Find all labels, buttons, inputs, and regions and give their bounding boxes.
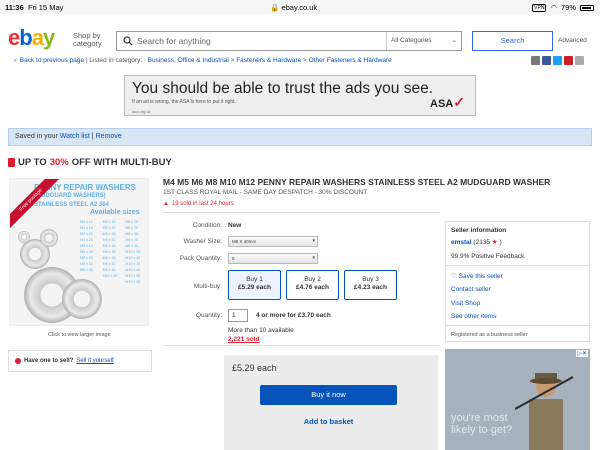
multibuy-heading: UP TO 30% OFF WITH MULTI-BUY <box>8 157 172 168</box>
multibuy-option-3[interactable]: Buy 3 £4.23 each <box>344 270 397 300</box>
fire-icon: ▲ <box>163 201 169 207</box>
heart-icon: ♡ <box>451 273 457 280</box>
pack-quantity-select[interactable]: 5 ▾ <box>228 253 318 264</box>
search-input[interactable]: Search for anything All Categories ⌄ <box>116 31 462 51</box>
sell-box: Have one to sell? Sell it yourself <box>8 350 152 372</box>
multibuy-option-1[interactable]: Buy 1 £5.29 each <box>228 270 281 300</box>
condition-label: Condition: <box>192 222 222 229</box>
ebay-logo[interactable]: ebay <box>8 27 55 49</box>
multibuy-option-2[interactable]: Buy 2 £4.76 each <box>286 270 339 300</box>
sizes-grid: M4 x 12 M5 x 15 M6 x 20 M4 x 15 M5 x 20 M6 x … <box>80 219 148 285</box>
tag-icon <box>8 158 15 167</box>
share-icons <box>531 56 584 65</box>
breadcrumb-item[interactable]: Fasteners & Hardware <box>236 57 301 64</box>
seller-info: Seller information emstal (2135 ★ ) 99.9… <box>445 221 590 342</box>
back-chevron-icon: ‹ <box>14 57 17 64</box>
available-count: More than 10 available <box>228 327 294 334</box>
washer-size-label: Washer Size: <box>183 238 222 245</box>
divider <box>446 265 589 266</box>
battery-icon <box>580 4 594 11</box>
buy-it-now-button[interactable]: Buy it now <box>260 385 397 405</box>
price: £5.29 each <box>232 363 277 373</box>
category-select[interactable]: All Categories ⌄ <box>386 32 461 50</box>
search-button[interactable]: Search <box>472 31 553 51</box>
product-title: M4 M5 M6 M8 M10 M12 PENNY REPAIR WASHERS… <box>163 177 551 187</box>
product-subtitle: 1ST CLASS ROYAL MAIL - SAME DAY DESPATCH… <box>163 189 368 196</box>
back-link[interactable]: Back to previous page <box>20 57 84 64</box>
asa-logo: ASA✓ <box>430 94 465 110</box>
quantity-label: Quantity: <box>195 312 222 319</box>
status-right: VPN ◠ 79% <box>532 3 594 12</box>
pinterest-icon[interactable] <box>564 56 573 65</box>
sold-count-link[interactable]: 2,221 sold <box>228 336 259 343</box>
chevron-down-icon: ▾ <box>312 255 315 261</box>
ad-site: asa.org.uk <box>132 109 151 114</box>
visit-shop-link[interactable]: Visit Shop <box>451 300 480 307</box>
buy-box: £5.29 each Buy it now Add to basket <box>224 355 438 450</box>
status-bar: 11:36 Fri 15 May 🔒 ebay.co.uk VPN ◠ 79% <box>0 0 600 14</box>
sell-it-yourself-link[interactable]: Sell it yourself <box>76 358 113 364</box>
sell-icon <box>15 358 21 364</box>
shop-by-category[interactable]: Shop by category <box>73 32 102 48</box>
fisherman-figure <box>515 373 574 450</box>
star-icon: ★ <box>491 239 498 246</box>
condition-value: New <box>228 222 242 229</box>
wifi-icon: ◠ <box>550 3 557 12</box>
watchlist-bar: Saved in your Watch list | Remove <box>8 128 592 146</box>
watch-list-link[interactable]: Watch list <box>60 133 90 140</box>
washer-image <box>62 279 102 319</box>
ad-headline: You should be able to trust the ads you … <box>132 80 434 97</box>
see-other-items-link[interactable]: See other items <box>451 313 497 320</box>
advanced-search-link[interactable]: Advanced <box>558 37 587 44</box>
view-larger-link[interactable]: Click to view larger image <box>48 332 111 338</box>
battery-percent: 79% <box>560 3 576 12</box>
quantity-input[interactable]: 1 <box>228 309 248 322</box>
washer-image <box>18 231 30 243</box>
asa-ad-banner[interactable]: You should be able to trust the ads you … <box>124 75 476 116</box>
washer-size-select[interactable]: M8 X 40mm ▾ <box>228 236 318 247</box>
multibuy-label: Multi-buy: <box>193 283 222 290</box>
save-seller-link[interactable]: ♡ Save this seller <box>451 272 503 280</box>
size-cell <box>103 279 126 285</box>
add-to-basket-button[interactable]: Add to basket <box>260 414 397 429</box>
remove-link[interactable]: Remove <box>96 133 122 140</box>
address-bar[interactable]: 🔒 ebay.co.uk <box>270 3 317 12</box>
search-placeholder: Search for anything <box>137 36 211 46</box>
sold-last-24h: ▲ 19 sold in last 24 hours <box>163 201 234 207</box>
side-ad[interactable]: ▷✕ you're most likely to get? <box>445 349 590 450</box>
breadcrumb: ‹ Back to previous page | Listed in cate… <box>14 57 392 64</box>
lock-icon: 🔒 <box>270 3 280 12</box>
chevron-down-icon: ▾ <box>312 238 315 244</box>
email-icon[interactable] <box>531 56 540 65</box>
quantity-offer: 4 or more for £3.70 each <box>256 312 331 319</box>
ad-subtext: If an ad is wrong, the ASA is here to pu… <box>132 99 236 105</box>
search-icon <box>123 36 133 46</box>
vpn-badge: VPN <box>532 3 547 12</box>
twitter-icon[interactable] <box>553 56 562 65</box>
size-cell: M12 x 35 <box>125 280 141 284</box>
pack-quantity-label: Pack Quantity: <box>179 255 222 262</box>
ad-text: you're most likely to get? <box>451 412 513 436</box>
seller-name[interactable]: emstal (2135 ★ ) <box>451 238 502 246</box>
divider <box>163 212 439 213</box>
breadcrumb-item[interactable]: Other Fasteners & Hardware <box>309 57 392 64</box>
product-image[interactable]: PENNY REPAIR WASHERS (MUDGUARD WASHERS) ST… <box>9 178 149 326</box>
chevron-down-icon: ⌄ <box>451 37 457 44</box>
washer-image <box>40 229 58 247</box>
seller-heading: Seller information <box>451 227 507 234</box>
contact-seller-link[interactable]: Contact seller <box>451 286 491 293</box>
status-time: 11:36 Fri 15 May <box>5 3 64 12</box>
available-sizes-label: Available sizes <box>90 209 140 216</box>
divider <box>163 345 439 346</box>
more-icon[interactable] <box>575 56 584 65</box>
adchoices-icon[interactable]: ▷✕ <box>576 350 588 357</box>
registered-business: Registered as a business seller <box>451 332 528 338</box>
breadcrumb-item[interactable]: Business, Office & Industrial <box>148 57 229 64</box>
divider <box>446 325 589 326</box>
seller-feedback: 99.9% Positive Feedback <box>451 253 525 260</box>
facebook-icon[interactable] <box>542 56 551 65</box>
